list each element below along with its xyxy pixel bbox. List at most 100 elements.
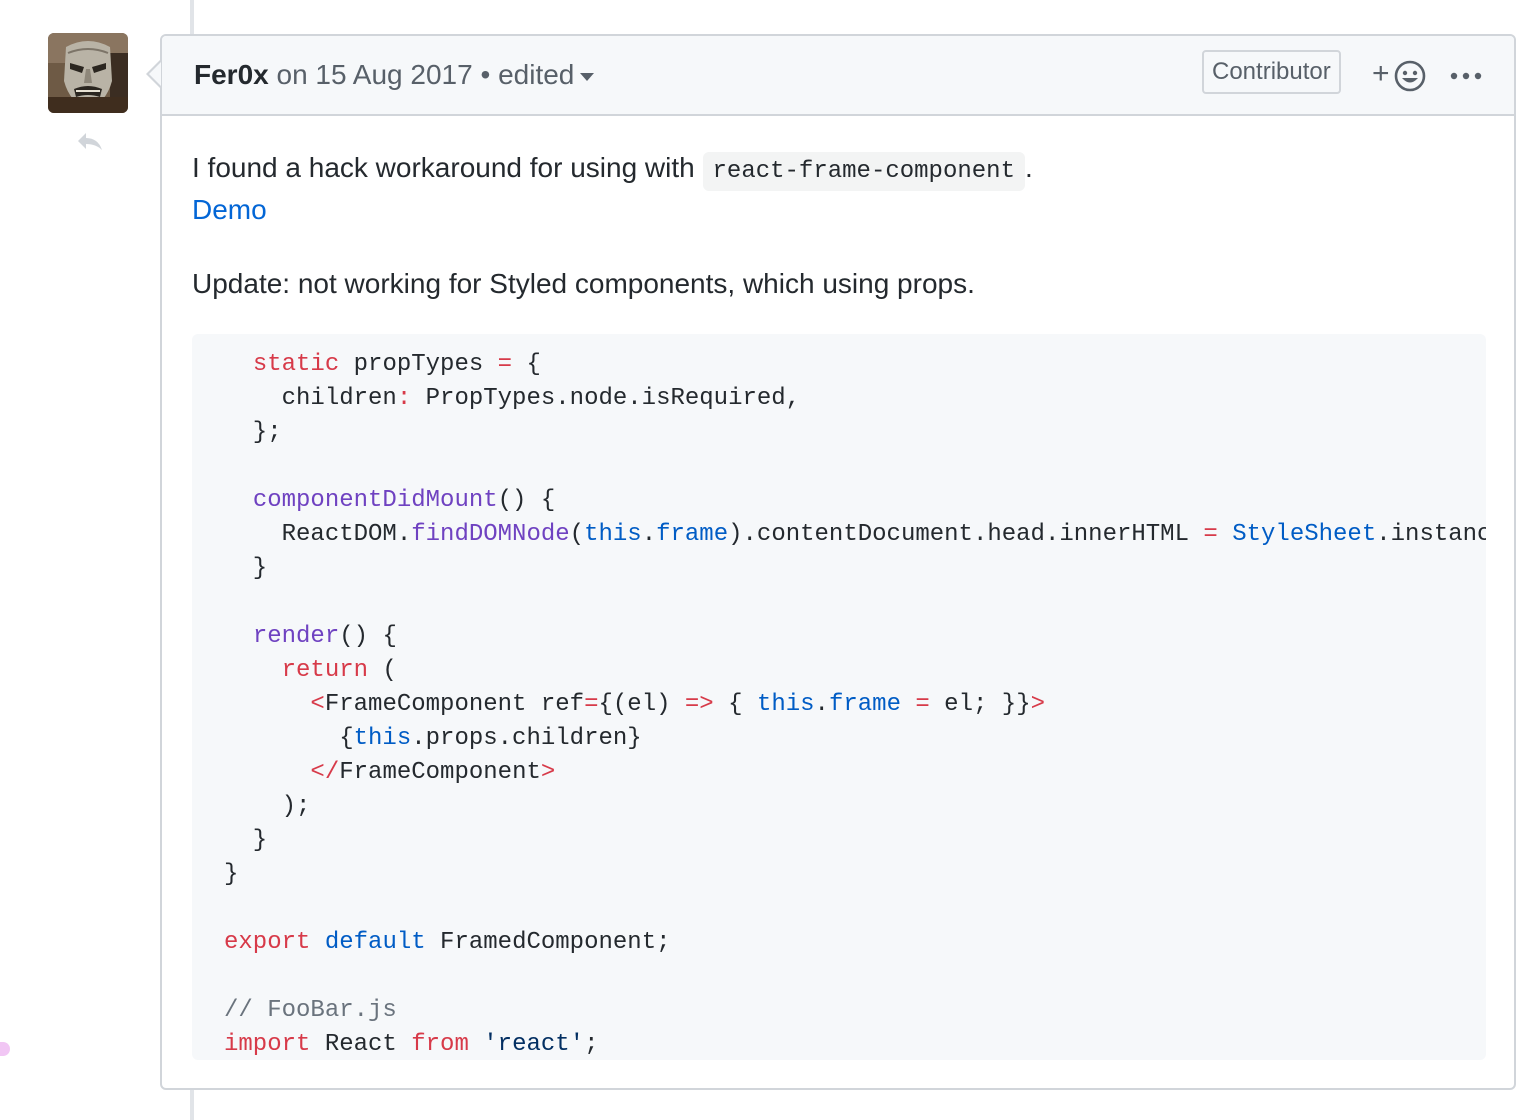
code-line: componentDidMount() { [224, 484, 1486, 518]
code-token: }; [224, 419, 282, 446]
code-line: ); [224, 790, 1486, 824]
code-token: return [281, 657, 369, 684]
code-token: } [224, 827, 268, 854]
code-line: <FrameComponent ref={(el) => { this.fram… [224, 688, 1486, 722]
comment-caret-fill [149, 62, 161, 86]
code-token: ; [584, 1031, 599, 1058]
code-token: propTypes [339, 351, 498, 378]
code-token: from [411, 1031, 469, 1058]
code-token: PropTypes.node.isRequired, [411, 385, 801, 412]
code-token: } [224, 555, 268, 582]
comment-meta: Fer0x on 15 Aug 2017 • edited [194, 56, 595, 94]
code-token: ( [368, 657, 397, 684]
code-line: // FooBar.js [224, 994, 1486, 1028]
code-line: </FrameComponent> [224, 756, 1486, 790]
code-token: frame [828, 691, 901, 718]
code-token: ).contentDocument.head.innerHTML [728, 521, 1204, 548]
code-line: } [224, 824, 1486, 858]
comment-date[interactable]: on 15 Aug 2017 [277, 59, 473, 90]
code-token: = [915, 691, 930, 718]
code-token: children [224, 385, 397, 412]
code-line: export default FramedComponent; [224, 926, 1486, 960]
code-token: ( [569, 521, 585, 548]
code-token: el; }} [929, 691, 1031, 718]
code-token: () { [497, 487, 556, 514]
code-token: 'react' [483, 1031, 585, 1058]
code-token: FrameComponent [339, 759, 541, 786]
code-line: static propTypes = { [224, 348, 1486, 382]
code-line: {this.props.children} [224, 722, 1486, 756]
code-line: ReactDOM.findDOMNode(this.frame).content… [224, 518, 1486, 552]
code-token: this [756, 691, 815, 718]
code-token: .instanc [1376, 521, 1486, 548]
code-token: } [224, 861, 239, 888]
author-link[interactable]: Fer0x [194, 59, 269, 90]
code-token: componentDidMount [252, 487, 498, 514]
code-token: < [310, 691, 325, 718]
code-token: render [252, 623, 340, 650]
update-paragraph: Update: not working for Styled component… [192, 268, 975, 299]
code-lines: static propTypes = { children: PropTypes… [224, 348, 1486, 1060]
code-line: children: PropTypes.node.isRequired, [224, 382, 1486, 416]
code-line: return ( [224, 654, 1486, 688]
code-token: static [252, 351, 340, 378]
code-token: . [814, 691, 829, 718]
code-line: render() { [224, 620, 1486, 654]
intro-paragraph: I found a hack workaround for using with… [192, 148, 1033, 192]
user-avatar[interactable] [48, 33, 128, 113]
code-token: // FooBar.js [224, 997, 397, 1024]
intro-period: . [1024, 152, 1033, 183]
more-options-button[interactable] [1446, 56, 1486, 96]
code-token: { [713, 691, 757, 718]
kebab-horizontal-icon [1450, 72, 1482, 80]
smiley-icon [1394, 60, 1426, 92]
code-token: StyleSheet [1232, 521, 1377, 548]
inline-code: react-frame-component [702, 152, 1025, 191]
code-line: } [224, 858, 1486, 892]
scroll-marker [0, 1042, 10, 1056]
code-token: { [512, 351, 541, 378]
code-token: ReactDOM. [224, 521, 412, 548]
code-token: > [540, 759, 556, 786]
separator-dot: • [480, 59, 491, 90]
comment-header: Fer0x on 15 Aug 2017 • edited Contributo… [162, 36, 1514, 116]
code-token: React [310, 1031, 412, 1058]
code-token: = [584, 691, 599, 718]
plus-label: + [1372, 57, 1390, 90]
code-token: ); [224, 793, 311, 820]
code-line: } [224, 552, 1486, 586]
code-token: {(el) [598, 691, 685, 718]
code-token: </ [310, 759, 340, 786]
code-token: => [684, 691, 714, 718]
code-token: findDOMNode [411, 521, 570, 548]
code-token: : [396, 385, 412, 412]
code-token: . [641, 521, 657, 548]
edited-label: edited [498, 59, 575, 90]
code-line: }; [224, 416, 1486, 450]
reply-icon[interactable] [74, 128, 106, 160]
code-token: this [584, 521, 642, 548]
add-reaction-button[interactable]: + [1372, 56, 1432, 96]
code-block[interactable]: static propTypes = { children: PropTypes… [192, 334, 1486, 1060]
code-token: this [353, 725, 412, 752]
demo-link[interactable]: Demo [192, 190, 267, 230]
code-token: { [224, 725, 354, 752]
code-token: FrameComponent ref [324, 691, 585, 718]
code-token: > [1030, 691, 1046, 718]
edited-dropdown[interactable]: edited [498, 59, 595, 90]
comment-container: Fer0x on 15 Aug 2017 • edited Contributo… [160, 34, 1516, 1090]
